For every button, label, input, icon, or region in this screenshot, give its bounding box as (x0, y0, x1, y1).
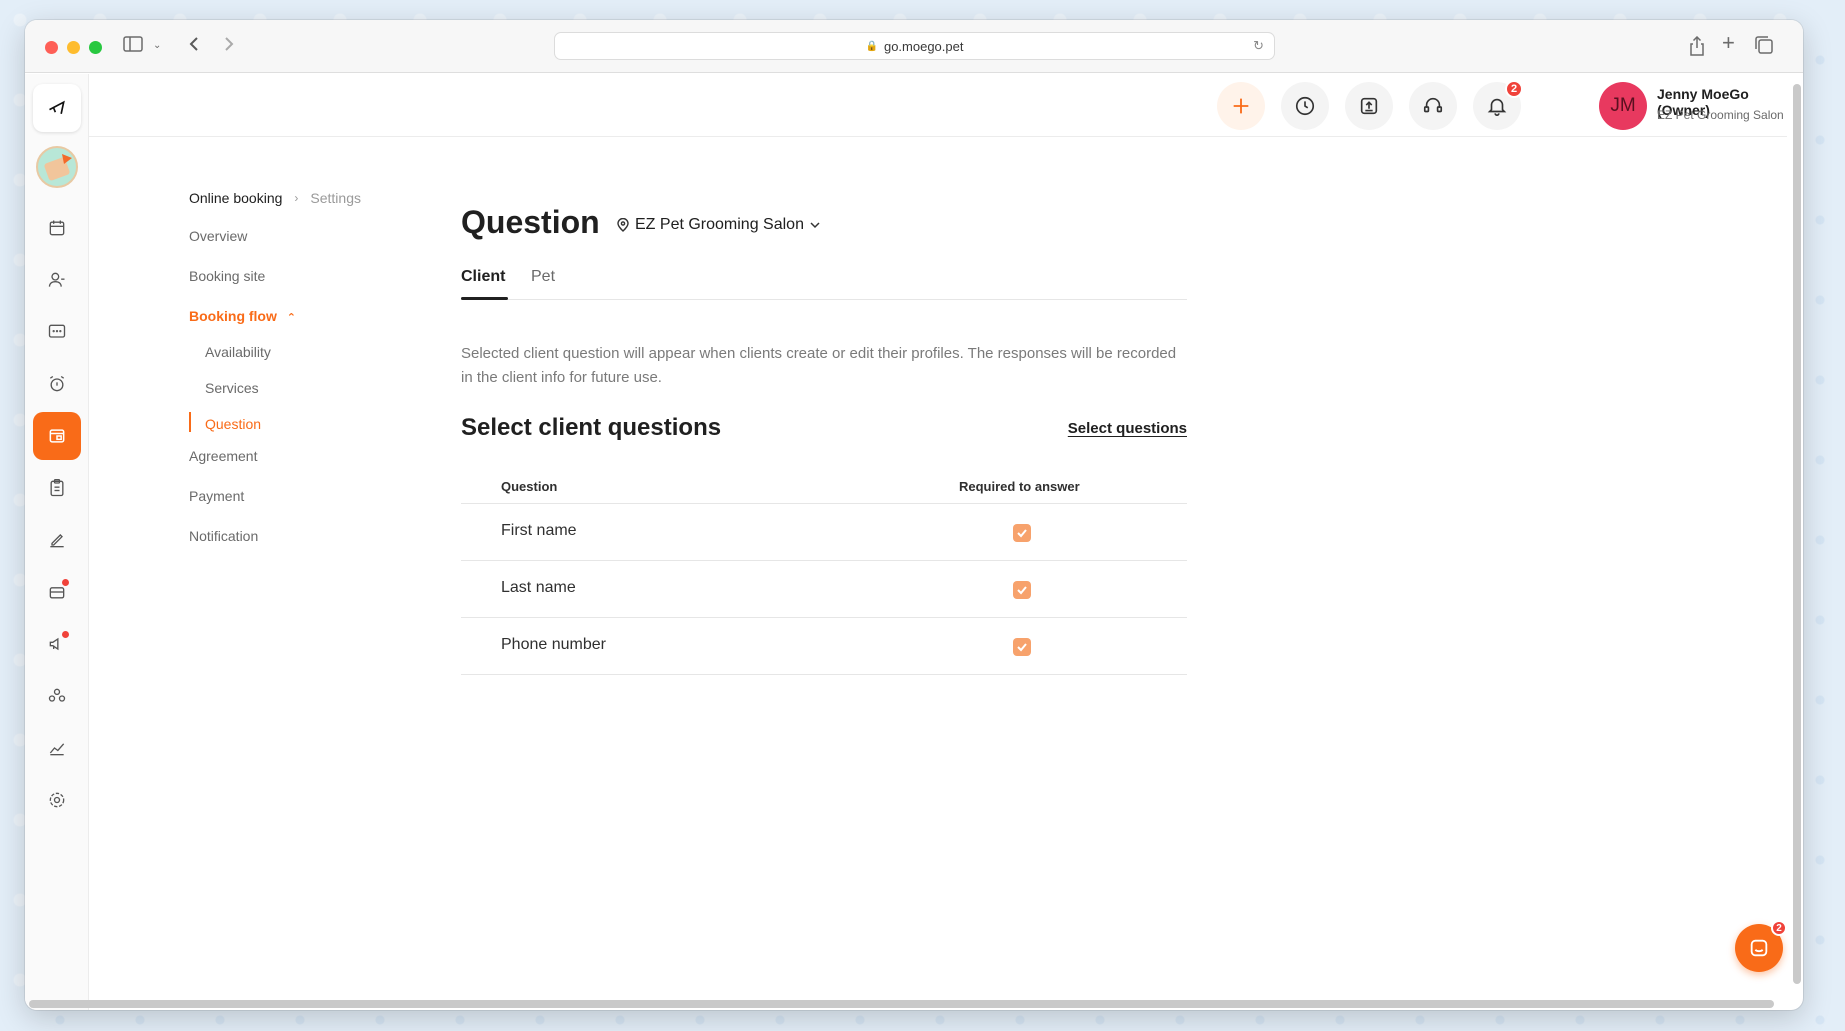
subnav-payment[interactable]: Payment (189, 488, 244, 504)
share-icon[interactable] (1689, 35, 1705, 62)
sidebar-toggle-icon[interactable] (123, 36, 143, 58)
tab-overview-icon[interactable] (1755, 36, 1773, 60)
url-bar[interactable]: 🔒 go.moego.pet ↻ (554, 32, 1275, 60)
back-icon[interactable] (188, 36, 200, 58)
url-text: go.moego.pet (883, 38, 964, 54)
subnav-agreement[interactable]: Agreement (189, 448, 257, 464)
column-header-required: Required to answer (959, 479, 1080, 494)
table-row: Last name (461, 561, 1187, 618)
zoom-window-button[interactable] (89, 41, 102, 54)
question-name: Last name (501, 579, 576, 596)
table-header: Question Required to answer (461, 468, 1187, 504)
content-area: Online booking › Settings Overview Booki… (89, 74, 1787, 1010)
moego-logo-icon[interactable] (33, 84, 81, 132)
chevron-right-icon: › (294, 191, 299, 205)
subnav-booking-flow-label: Booking flow (189, 308, 277, 324)
online-booking-icon[interactable] (33, 412, 81, 460)
chevron-down-icon (810, 222, 820, 229)
chevron-up-icon: ⌃ (286, 312, 296, 324)
staff-icon[interactable] (33, 672, 81, 720)
new-tab-icon[interactable]: + (1722, 32, 1735, 54)
subnav-services[interactable]: Services (205, 380, 259, 396)
table-row: Phone number (461, 618, 1187, 675)
calendar-icon[interactable] (33, 204, 81, 252)
tab-client[interactable]: Client (461, 268, 505, 286)
edit-icon[interactable] (33, 516, 81, 564)
required-checkbox[interactable] (1013, 638, 1031, 656)
questions-table: Question Required to answer First name L… (461, 468, 1187, 675)
business-avatar[interactable] (36, 146, 78, 188)
location-name: EZ Pet Grooming Salon (635, 216, 804, 233)
breadcrumb-online-booking[interactable]: Online booking (189, 190, 282, 206)
marketing-alert-dot (62, 631, 69, 638)
location-selector[interactable]: EZ Pet Grooming Salon (617, 216, 820, 234)
table-row: First name (461, 504, 1187, 561)
question-name: Phone number (501, 636, 606, 653)
subnav-booking-site[interactable]: Booking site (189, 268, 265, 284)
subnav-availability[interactable]: Availability (205, 344, 271, 360)
location-pin-icon (617, 218, 629, 232)
clipboard-icon[interactable] (33, 464, 81, 512)
chevron-down-icon[interactable]: ⌄ (153, 36, 161, 56)
description: Selected client question will appear whe… (461, 345, 1177, 386)
settings-icon[interactable] (33, 776, 81, 824)
subnav-overview[interactable]: Overview (189, 228, 247, 244)
select-questions-link[interactable]: Select questions (1068, 420, 1187, 437)
app-container: 2 JM Jenny MoeGo (Owner) EZ Pet Grooming… (25, 74, 1803, 1010)
clients-icon[interactable] (33, 256, 81, 304)
subnav-active-indicator (189, 412, 191, 432)
subnav-notification[interactable]: Notification (189, 528, 258, 544)
forward-icon[interactable] (223, 36, 235, 58)
reports-icon[interactable] (33, 724, 81, 772)
minimize-window-button[interactable] (67, 41, 80, 54)
alarm-icon[interactable] (33, 360, 81, 408)
marketing-icon[interactable] (33, 620, 81, 668)
checkmark-icon (1017, 529, 1027, 538)
browser-window: ⌄ 🔒 go.moego.pet ↻ + 2 JM Jenny MoeGo (O… (25, 20, 1803, 1010)
lock-icon: 🔒 (865, 40, 878, 52)
message-icon[interactable] (33, 308, 81, 356)
close-window-button[interactable] (45, 41, 58, 54)
required-checkbox[interactable] (1013, 581, 1031, 599)
checkmark-icon (1017, 643, 1027, 652)
tab-pet[interactable]: Pet (531, 268, 555, 286)
subnav-booking-flow[interactable]: Booking flow ⌃ (189, 308, 296, 324)
chat-icon (1750, 939, 1768, 957)
breadcrumb: Online booking › Settings (189, 190, 361, 206)
chat-badge: 2 (1771, 920, 1787, 936)
checkmark-icon (1017, 586, 1027, 595)
question-name: First name (501, 522, 577, 539)
breadcrumb-settings: Settings (310, 190, 361, 206)
page-title: Question (461, 204, 600, 240)
main-navigation (25, 74, 89, 1010)
horizontal-scrollbar[interactable] (29, 1000, 1774, 1008)
reload-icon[interactable]: ↻ (1253, 38, 1264, 54)
section-title: Select client questions (461, 414, 722, 441)
vertical-scrollbar[interactable] (1793, 84, 1801, 984)
retail-alert-dot (62, 579, 69, 586)
tabs: Client Pet (461, 254, 1187, 300)
required-checkbox[interactable] (1013, 524, 1031, 542)
browser-toolbar: ⌄ 🔒 go.moego.pet ↻ + (25, 20, 1803, 73)
window-controls (45, 41, 102, 54)
active-tab-indicator (461, 297, 508, 300)
retail-icon[interactable] (33, 568, 81, 616)
column-header-question: Question (501, 479, 558, 494)
subnav-question[interactable]: Question (205, 416, 261, 432)
chat-button[interactable]: 2 (1735, 920, 1787, 972)
